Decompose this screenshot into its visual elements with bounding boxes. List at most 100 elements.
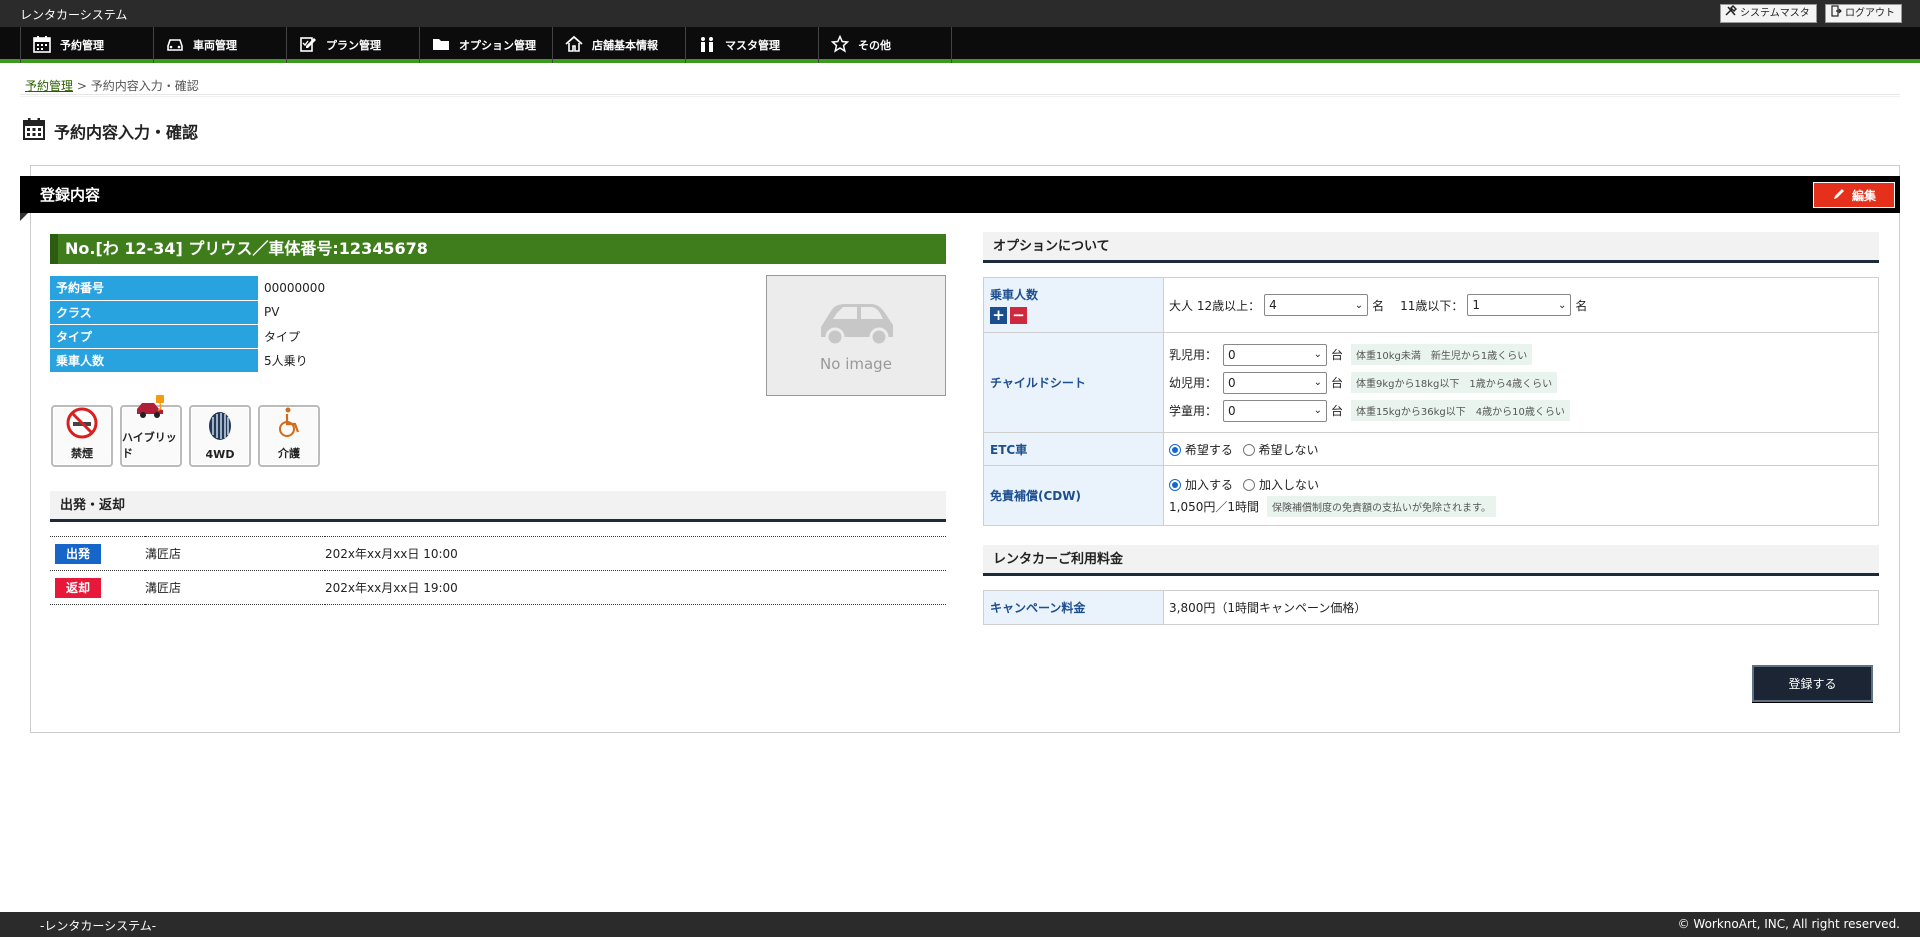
table-row: タイプ タイプ [50, 324, 370, 349]
feature-no-smoking: 禁煙 [51, 405, 113, 467]
options-heading: オプションについて [983, 232, 1879, 263]
nav-item-vehicles[interactable]: 車両管理 [154, 27, 287, 63]
table-row: 免責補償(CDW) 加入する 加入しない 1,050円／1時間 保険補償制度の免… [983, 465, 1879, 526]
cdw-yes-label: 加入する [1185, 478, 1234, 492]
table-row: 乗車人数 5人乗り [50, 348, 370, 373]
toddler-seat-label: 幼児用： [1169, 376, 1218, 390]
calendar-icon [33, 35, 51, 56]
breadcrumb-divider [20, 94, 1900, 97]
breadcrumb-link-reservations[interactable]: 予約管理 [25, 79, 73, 93]
adult-label: 大人 12歳以上： [1169, 298, 1261, 313]
child-count-value: 1 [1472, 298, 1481, 312]
nav-item-master[interactable]: マスタ管理 [686, 27, 819, 63]
departure-table: 出発 溝匠店 202x年xx月xx日 10:00 返却 溝匠店 202x年xx月… [50, 536, 946, 605]
departure-heading: 出発・返却 [50, 491, 946, 522]
infant-seat-select[interactable]: 0 ⌄ [1223, 343, 1327, 366]
breadcrumb-current: 予約内容入力・確認 [90, 79, 199, 93]
cdw-no-radio[interactable] [1243, 478, 1256, 491]
system-master-button[interactable]: システムマスタ [1720, 4, 1817, 23]
info-label: 予約番号 [50, 276, 258, 301]
child-label: 11歳以下： [1400, 298, 1464, 313]
nav-item-other[interactable]: その他 [819, 27, 952, 63]
table-row: 出発 溝匠店 202x年xx月xx日 10:00 [50, 536, 946, 571]
home-icon [565, 35, 583, 56]
cdw-yes-radio[interactable] [1169, 478, 1181, 491]
app-title: レンタカーシステム [20, 8, 128, 22]
departure-datetime: 202x年xx月xx日 10:00 [325, 536, 946, 571]
etc-yes-radio[interactable] [1169, 444, 1181, 456]
chevron-down-icon: ⌄ [1313, 405, 1322, 416]
etc-label: ETC車 [983, 432, 1164, 466]
edit-button[interactable]: 編集 [1813, 182, 1895, 208]
nav-item-options[interactable]: オプション管理 [420, 27, 553, 63]
footer: -レンタカーシステム- © WorknoArt, INC, All right … [0, 912, 1920, 937]
star-icon [830, 34, 850, 56]
top-bar: レンタカーシステム システムマスタ ログアウト [0, 0, 1920, 27]
panel-header: 登録内容 編集 [20, 176, 1900, 221]
chevron-down-icon: ⌄ [1558, 299, 1567, 311]
pencil-icon [1832, 187, 1846, 204]
junior-seat-note: 体重15kgから36kg以下 4歳から10歳くらい [1351, 400, 1570, 421]
feature-label: 禁煙 [71, 447, 93, 460]
remove-passenger-button[interactable]: − [1010, 307, 1027, 324]
toddler-seat-select[interactable]: 0 ⌄ [1223, 371, 1327, 394]
car-icon [166, 35, 184, 56]
fee-value: 3,800円（1時間キャンペーン価格） [1163, 590, 1879, 625]
page-title: 予約内容入力・確認 [22, 117, 198, 145]
breadcrumb-separator: > [73, 79, 91, 93]
passengers-value-cell: 大人 12歳以上： 4 ⌄ 名 11歳以下： 1 ⌄ 名 [1163, 277, 1879, 333]
register-button[interactable]: 登録する [1752, 665, 1873, 702]
infant-seat-label: 乳児用： [1169, 348, 1218, 362]
nav-item-store-info[interactable]: 店舗基本情報 [553, 27, 686, 63]
options-table: 乗車人数 + − 大人 12歳以上： 4 ⌄ 名 11歳以下： 1 ⌄ 名 チャイルド… [983, 277, 1879, 526]
adult-count-select[interactable]: 4 ⌄ [1264, 294, 1369, 316]
feature-icons: 禁煙 ハイブリッド 4WD 介護 [51, 395, 320, 467]
feature-label: 介護 [278, 447, 300, 460]
infant-seat-note: 体重10kg未満 新生児から1歳くらい [1351, 344, 1533, 365]
tools-icon [1725, 4, 1738, 23]
nav-label: オプション管理 [459, 39, 536, 52]
main-nav: 予約管理 車両管理 プラン管理 オプション管理 店舗基本情報 マスタ管理 その他 [0, 27, 1920, 63]
logout-label: ログアウト [1845, 8, 1895, 19]
adult-unit: 名 [1372, 298, 1385, 313]
chevron-down-icon: ⌄ [1354, 299, 1364, 311]
info-label: タイプ [50, 324, 258, 349]
fee-label: キャンペーン料金 [983, 590, 1164, 625]
cdw-label: 免責補償(CDW) [983, 465, 1164, 526]
fee-table: キャンペーン料金 3,800円（1時間キャンペーン価格） [983, 590, 1879, 625]
child-seat-value-cell: 乳児用： 0 ⌄ 台 体重10kg未満 新生児から1歳くらい 幼児用： 0 ⌄ 台 … [1163, 332, 1879, 433]
info-value: 00000000 [258, 276, 370, 301]
table-row: 返却 溝匠店 202x年xx月xx日 19:00 [50, 570, 946, 605]
seat-unit: 台 [1331, 348, 1344, 362]
departure-store: 溝匠店 [145, 536, 325, 571]
table-row: 乗車人数 + − 大人 12歳以上： 4 ⌄ 名 11歳以下： 1 ⌄ 名 [983, 277, 1879, 333]
return-badge: 返却 [55, 577, 101, 598]
info-value: PV [258, 300, 370, 325]
child-count-select[interactable]: 1 ⌄ [1467, 294, 1572, 316]
passengers-label: 乗車人数 [990, 288, 1039, 302]
people-icon [698, 35, 716, 56]
feature-label: 4WD [205, 448, 235, 461]
return-store: 溝匠店 [145, 570, 325, 605]
calendar-icon [22, 117, 46, 145]
add-passenger-button[interactable]: + [990, 307, 1007, 324]
edit-button-label: 編集 [1851, 188, 1876, 203]
chevron-down-icon: ⌄ [1313, 349, 1322, 360]
logout-icon [1830, 4, 1842, 23]
feature-hybrid: ハイブリッド [120, 395, 182, 467]
info-value: 5人乗り [258, 348, 370, 373]
nav-label: 予約管理 [60, 39, 104, 52]
etc-no-radio[interactable] [1242, 444, 1255, 456]
feature-care: 介護 [258, 405, 320, 467]
seat-unit: 台 [1331, 376, 1344, 390]
nav-item-reservations[interactable]: 予約管理 [21, 27, 154, 63]
toddler-seat-value: 0 [1228, 375, 1236, 390]
logout-button[interactable]: ログアウト [1825, 4, 1902, 23]
info-value: タイプ [258, 324, 370, 349]
wheelchair-icon [272, 406, 306, 445]
junior-seat-select[interactable]: 0 ⌄ [1223, 399, 1327, 422]
reservation-info-table: 予約番号 00000000 クラス PV タイプ タイプ 乗車人数 5人乗り [50, 276, 370, 373]
feature-4wd: 4WD [189, 405, 251, 467]
toddler-seat-note: 体重9kgから18kg以下 1歳から4歳くらい [1351, 372, 1558, 393]
nav-item-plans[interactable]: プラン管理 [287, 27, 420, 63]
